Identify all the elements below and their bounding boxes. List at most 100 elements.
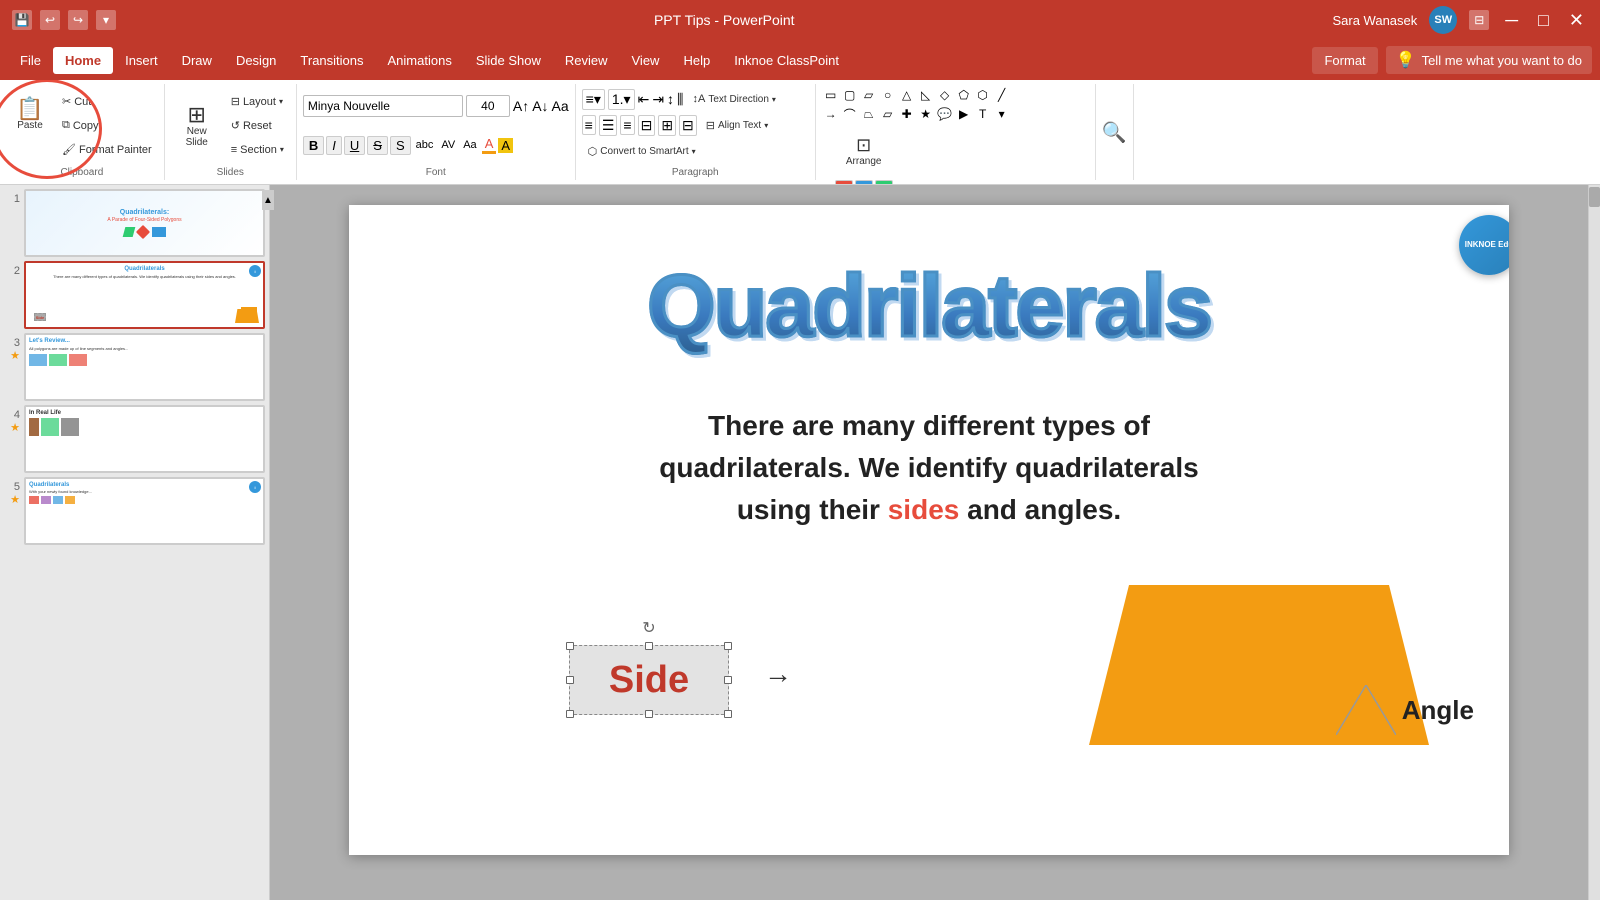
columns-icon[interactable]: ⫼: [677, 91, 683, 108]
layout-button[interactable]: ⊟ Layout ▾: [225, 91, 290, 113]
bullets-button[interactable]: ≡▾: [582, 89, 605, 110]
decrease-indent-icon[interactable]: ⇤: [638, 91, 650, 108]
slide-thumb-3[interactable]: 3★ Let's Review... All polygons are made…: [4, 333, 265, 401]
font-name-input[interactable]: [303, 95, 463, 117]
add-col-icon[interactable]: ⊞: [658, 115, 676, 136]
handle-ml[interactable]: [566, 676, 574, 684]
more-shapes[interactable]: ▾: [993, 105, 1011, 123]
menu-transitions[interactable]: Transitions: [288, 47, 375, 74]
menu-help[interactable]: Help: [671, 47, 722, 74]
triangle-shape[interactable]: △: [898, 86, 916, 104]
handle-tl[interactable]: [566, 642, 574, 650]
rectangle-shape[interactable]: ▭: [822, 86, 840, 104]
menu-animations[interactable]: Animations: [376, 47, 464, 74]
parallelogram-shape[interactable]: ▱: [879, 105, 897, 123]
character-spacing-icon[interactable]: AV: [438, 139, 458, 151]
save-icon[interactable]: 💾: [12, 10, 32, 30]
underline-button[interactable]: U: [344, 136, 365, 155]
line-shape[interactable]: ╱: [993, 86, 1011, 104]
slide-thumb-4[interactable]: 4★ In Real Life: [4, 405, 265, 473]
arrow-shape[interactable]: →: [822, 105, 840, 123]
hexagon-shape[interactable]: ⬡: [974, 86, 992, 104]
canvas-area[interactable]: ▲ Quadrilaterals There are many differen…: [270, 185, 1588, 900]
section-button[interactable]: ≡ Section ▾: [225, 139, 290, 161]
line-spacing-icon[interactable]: ↕: [667, 91, 674, 107]
justify-icon[interactable]: ⊟: [638, 115, 656, 136]
vertical-scrollbar[interactable]: [1588, 185, 1600, 900]
align-text-button[interactable]: ⊟ Align Text ▾: [700, 114, 774, 136]
align-left-icon[interactable]: ≡: [582, 115, 596, 135]
menu-home[interactable]: Home: [53, 47, 113, 74]
avatar[interactable]: SW: [1429, 6, 1457, 34]
paste-button[interactable]: 📋 Paste: [6, 86, 54, 142]
decrease-font-icon[interactable]: A↓: [532, 98, 548, 114]
menu-file[interactable]: File: [8, 47, 53, 74]
align-right-icon[interactable]: ≡: [620, 115, 634, 135]
slide-preview-2[interactable]: Quadrilaterals There are many different …: [24, 261, 265, 329]
handle-tc[interactable]: [645, 642, 653, 650]
rotate-handle[interactable]: ↻: [642, 618, 655, 638]
handle-tr[interactable]: [724, 642, 732, 650]
find-button[interactable]: 🔍: [1102, 120, 1127, 145]
strikethrough2-icon[interactable]: abc: [413, 139, 437, 151]
numbering-button[interactable]: 1.▾: [608, 89, 635, 110]
slide-preview-5[interactable]: Quadrilaterals With your newly found kno…: [24, 477, 265, 545]
italic-button[interactable]: I: [326, 136, 342, 155]
slide-preview-3[interactable]: Let's Review... All polygons are made up…: [24, 333, 265, 401]
cross-shape[interactable]: ✚: [898, 105, 916, 123]
font-color-button[interactable]: A: [482, 136, 497, 154]
close-button[interactable]: ✕: [1565, 10, 1588, 31]
handle-br[interactable]: [724, 710, 732, 718]
text-box-shape[interactable]: T: [974, 105, 992, 123]
menu-review[interactable]: Review: [553, 47, 620, 74]
right-triangle-shape[interactable]: ◺: [917, 86, 935, 104]
snip-rect-shape[interactable]: ▱: [860, 86, 878, 104]
highlight-color-button[interactable]: A: [498, 138, 513, 153]
selected-textbox[interactable]: ↻ Side: [569, 645, 729, 715]
circle-shape[interactable]: ○: [879, 86, 897, 104]
diamond-shape[interactable]: ◇: [936, 86, 954, 104]
handle-bl[interactable]: [566, 710, 574, 718]
undo-icon[interactable]: ↩: [40, 10, 60, 30]
bold-button[interactable]: B: [303, 136, 324, 155]
align-center-icon[interactable]: ☰: [599, 115, 618, 136]
menu-insert[interactable]: Insert: [113, 47, 170, 74]
copy-button[interactable]: ⧉ Copy: [56, 115, 158, 137]
increase-indent-icon[interactable]: ⇥: [652, 91, 664, 108]
menu-view[interactable]: View: [620, 47, 672, 74]
handle-mr[interactable]: [724, 676, 732, 684]
convert-smartart-button[interactable]: ⬡ Convert to SmartArt ▾: [582, 141, 702, 163]
slide-thumb-1[interactable]: 1 Quadrilaterals: A Parade of Four-Sided…: [4, 189, 265, 257]
slide-preview-4[interactable]: In Real Life: [24, 405, 265, 473]
clear-format-icon[interactable]: Aa: [552, 98, 569, 114]
redo-icon[interactable]: ↪: [68, 10, 88, 30]
increase-font-icon[interactable]: A↑: [513, 98, 529, 114]
callout-shape[interactable]: 💬: [936, 105, 954, 123]
customize-qat-icon[interactable]: ▾: [96, 10, 116, 30]
inknoe-button[interactable]: INKNOE Edu: [1459, 215, 1509, 275]
curve-shape[interactable]: ⌒: [841, 105, 859, 123]
new-slide-button[interactable]: ⊞ New Slide: [171, 98, 223, 154]
text-direction-button[interactable]: ↕A Text Direction ▾: [687, 88, 782, 110]
maximize-button[interactable]: □: [1534, 10, 1553, 31]
scrollbar-thumb[interactable]: [1589, 187, 1600, 207]
slide-preview-1[interactable]: Quadrilaterals: A Parade of Four-Sided P…: [24, 189, 265, 257]
menu-slide-show[interactable]: Slide Show: [464, 47, 553, 74]
change-case-icon[interactable]: Aa: [460, 139, 479, 151]
strikethrough-button[interactable]: S: [367, 136, 388, 155]
menu-inknoe[interactable]: Inknoe ClassPoint: [722, 47, 851, 74]
arrange-button[interactable]: ⊡ Arrange: [837, 123, 891, 179]
menu-draw[interactable]: Draw: [170, 47, 224, 74]
menu-format[interactable]: Format: [1312, 47, 1377, 74]
justify2-icon[interactable]: ⊟: [679, 115, 697, 136]
rounded-rect-shape[interactable]: ▢: [841, 86, 859, 104]
pentagon-shape[interactable]: ⬠: [955, 86, 973, 104]
action-shape[interactable]: ▶: [955, 105, 973, 123]
handle-bc[interactable]: [645, 710, 653, 718]
font-size-input[interactable]: [466, 95, 510, 117]
slide-thumb-5[interactable]: 5★ Quadrilaterals With your newly found …: [4, 477, 265, 545]
format-painter-button[interactable]: 🖌 Format Painter: [56, 139, 158, 161]
star-shape[interactable]: ★: [917, 105, 935, 123]
ribbon-display-icon[interactable]: ⊟: [1469, 10, 1489, 30]
trapezoid-shape[interactable]: ⏢: [860, 105, 878, 123]
